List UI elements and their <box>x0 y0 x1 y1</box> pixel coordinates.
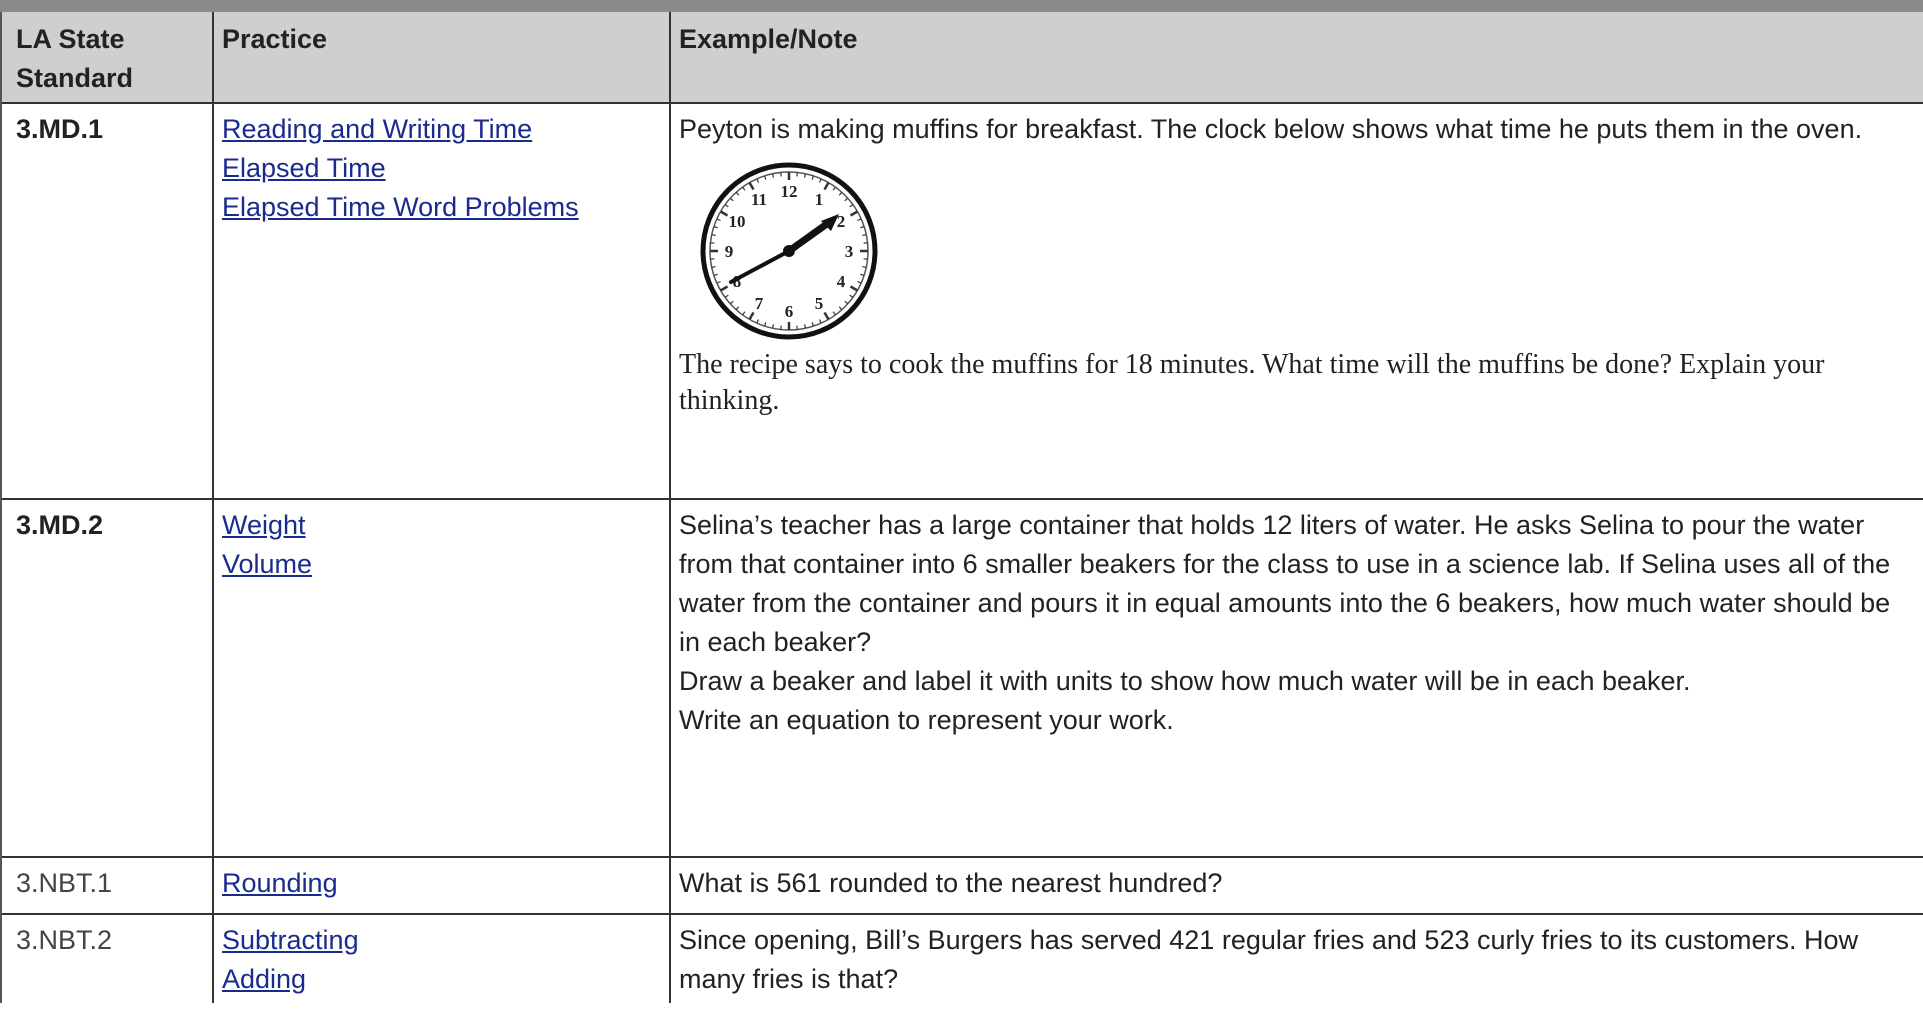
header-row: LA State Standard Practice Example/Note <box>0 12 1923 103</box>
example-paragraph: Draw a beaker and label it with units to… <box>679 666 1691 696</box>
clock-image: 12 1 2 3 4 5 6 7 8 9 10 11 <box>700 162 878 340</box>
example-cell: Selina’s teacher has a large container t… <box>669 498 1923 857</box>
clock-center <box>783 245 795 257</box>
link-elapsed-time-word-problems[interactable]: Elapsed Time Word Problems <box>222 188 663 227</box>
table-row: 3.NBT.1 Rounding What is 561 rounded to … <box>0 856 1923 914</box>
link-subtracting[interactable]: Subtracting <box>222 921 663 960</box>
standard-cell: 3.NBT.2 <box>0 913 213 1003</box>
example-cell: What is 561 rounded to the nearest hundr… <box>669 856 1923 914</box>
practice-cell: Reading and Writing Time Elapsed Time El… <box>212 102 670 499</box>
table-row: 3.NBT.2 Subtracting Adding Since opening… <box>0 913 1923 1003</box>
link-reading-writing-time[interactable]: Reading and Writing Time <box>222 110 663 149</box>
clock-tick <box>862 266 867 269</box>
table-row: 3.MD.2 Weight Volume Selina’s teacher ha… <box>0 498 1923 857</box>
example-cell: Peyton is making muffins for breakfast. … <box>669 102 1923 499</box>
clock-number: 7 <box>755 294 764 313</box>
clock-tick <box>711 266 716 269</box>
header-standard: LA State Standard <box>0 12 213 103</box>
standard-cell: 3.MD.1 <box>0 102 213 499</box>
standards-table: LA State Standard Practice Example/Note … <box>0 12 1923 1003</box>
link-rounding[interactable]: Rounding <box>222 864 663 903</box>
practice-cell: Subtracting Adding <box>212 913 670 1003</box>
header-practice: Practice <box>212 12 670 103</box>
clock-number: 12 <box>781 182 798 201</box>
clock-tick <box>804 324 807 329</box>
top-bar <box>0 0 1923 12</box>
practice-cell: Weight Volume <box>212 498 670 857</box>
clock-number: 3 <box>845 242 854 261</box>
clock-number: 6 <box>785 302 794 321</box>
link-volume[interactable]: Volume <box>222 545 663 584</box>
clock-number: 9 <box>725 242 734 261</box>
header-example: Example/Note <box>669 12 1923 103</box>
link-weight[interactable]: Weight <box>222 506 663 545</box>
clock-number: 5 <box>815 294 824 313</box>
standard-cell: 3.MD.2 <box>0 498 213 857</box>
link-adding[interactable]: Adding <box>222 960 663 999</box>
example-text: Peyton is making muffins for breakfast. … <box>679 114 1863 144</box>
example-paragraph: Write an equation to represent your work… <box>679 705 1174 735</box>
clock-number: 11 <box>751 190 767 209</box>
clock-tick <box>711 233 716 236</box>
clock-tick <box>804 173 807 178</box>
clock-tick <box>771 173 774 178</box>
example-cell: Since opening, Bill’s Burgers has served… <box>669 913 1923 1003</box>
example-paragraph: Selina’s teacher has a large container t… <box>679 510 1891 657</box>
clock-tick <box>771 324 774 329</box>
clock-tick <box>862 233 867 236</box>
clock-number: 4 <box>837 272 846 291</box>
practice-cell: Rounding <box>212 856 670 914</box>
clock-number: 1 <box>815 190 824 209</box>
example-text-serif: The recipe says to cook the muffins for … <box>679 349 1825 416</box>
link-elapsed-time[interactable]: Elapsed Time <box>222 149 663 188</box>
standard-cell: 3.NBT.1 <box>0 856 213 914</box>
clock-number: 10 <box>729 212 746 231</box>
table-row: 3.MD.1 Reading and Writing Time Elapsed … <box>0 102 1923 499</box>
